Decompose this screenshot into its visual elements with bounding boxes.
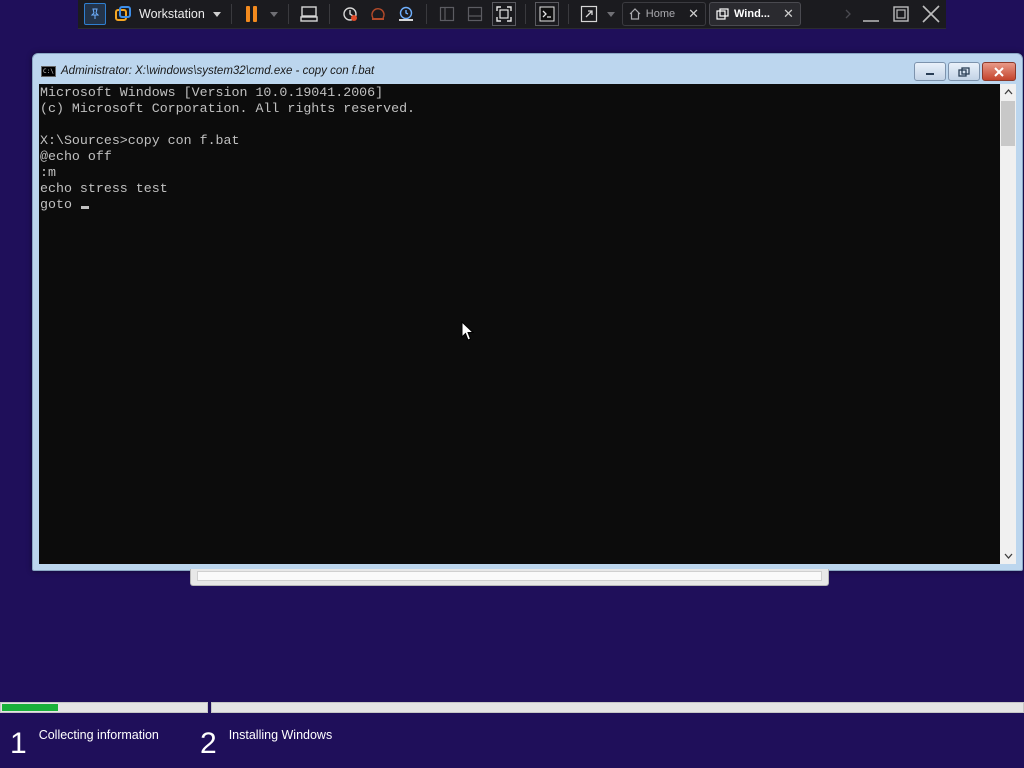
snapshot-icon[interactable] xyxy=(339,3,361,25)
vmware-toolbar: Workstation Home ✕ Wind... ✕ xyxy=(78,0,946,29)
power-dropdown-icon[interactable] xyxy=(269,11,278,17)
setup-step-1: 1 Collecting information xyxy=(10,727,159,761)
restore-icon xyxy=(958,66,970,77)
send-keys-icon[interactable] xyxy=(298,3,320,25)
tab-home[interactable]: Home ✕ xyxy=(621,2,707,26)
setup-step-2: 2 Installing Windows xyxy=(200,727,332,761)
toolbar-divider xyxy=(230,4,232,24)
minimize-icon[interactable] xyxy=(860,4,882,24)
console-current-input: goto xyxy=(40,197,80,212)
revert-snapshot-icon[interactable] xyxy=(367,3,389,25)
mouse-pointer-icon xyxy=(461,321,474,341)
unity-icon[interactable] xyxy=(578,3,600,25)
console-line: X:\Sources>copy con f.bat xyxy=(40,133,240,148)
pin-icon[interactable] xyxy=(84,3,106,25)
toolbar-divider xyxy=(567,4,569,24)
console-text: Microsoft Windows [Version 10.0.19041.20… xyxy=(39,84,1000,213)
tab-windows-vm-label: Wind... xyxy=(734,8,770,20)
console-line: (c) Microsoft Corporation. All rights re… xyxy=(40,101,416,116)
console-line: @echo off xyxy=(40,149,112,164)
thumbnail-bar-icon[interactable] xyxy=(464,3,486,25)
tab-home-label: Home xyxy=(645,8,676,20)
vertical-scrollbar[interactable] xyxy=(1000,84,1016,564)
pause-icon[interactable] xyxy=(241,3,263,25)
step-number: 2 xyxy=(200,727,217,760)
console-output[interactable]: Microsoft Windows [Version 10.0.19041.20… xyxy=(39,84,1000,564)
close-icon xyxy=(994,66,1004,77)
scroll-up-icon[interactable] xyxy=(1000,84,1016,100)
cmd-maximize-button[interactable] xyxy=(948,62,980,81)
maximize-icon[interactable] xyxy=(890,4,912,24)
view-dropdown-icon[interactable] xyxy=(606,11,615,17)
scroll-down-icon[interactable] xyxy=(1000,548,1016,564)
step-label: Collecting information xyxy=(38,728,159,742)
setup-progress-bar xyxy=(0,702,1024,713)
home-icon xyxy=(629,8,641,20)
tab-windows-vm[interactable]: Wind... ✕ xyxy=(709,2,801,26)
console-input-line[interactable]: goto xyxy=(40,197,1000,213)
workstation-logo-icon xyxy=(112,3,134,25)
toolbar-divider xyxy=(524,4,526,24)
cmd-close-button[interactable] xyxy=(982,62,1016,81)
progress-segment-collecting xyxy=(0,702,208,713)
console-view-icon[interactable] xyxy=(534,2,559,26)
cmd-window[interactable]: C:\ Administrator: X:\windows\system32\c… xyxy=(32,53,1023,571)
library-icon[interactable] xyxy=(436,3,458,25)
fullscreen-icon[interactable] xyxy=(491,2,516,26)
progress-segment-installing xyxy=(211,702,1024,713)
close-tab-icon[interactable]: ✕ xyxy=(783,6,794,22)
console-line: :m xyxy=(40,165,56,180)
close-icon[interactable] xyxy=(920,4,942,24)
scrollbar-thumb[interactable] xyxy=(1001,101,1015,146)
cmd-app-icon[interactable]: C:\ xyxy=(41,66,56,77)
cmd-titlebar[interactable]: C:\ Administrator: X:\windows\system32\c… xyxy=(33,54,1022,84)
text-cursor xyxy=(80,206,89,209)
product-dropdown-icon[interactable] xyxy=(212,11,221,17)
step-label: Installing Windows xyxy=(228,728,333,742)
vm-icon xyxy=(716,8,729,20)
console-line: Microsoft Windows [Version 10.0.19041.20… xyxy=(40,85,384,100)
product-menu-label[interactable]: Workstation xyxy=(139,7,205,21)
toolbar-divider xyxy=(287,4,289,24)
cmd-minimize-button[interactable] xyxy=(914,62,946,81)
close-tab-icon[interactable]: ✕ xyxy=(688,6,699,22)
minimize-icon xyxy=(926,72,934,75)
snapshot-manager-icon[interactable] xyxy=(395,3,417,25)
console-line: echo stress test xyxy=(40,181,168,196)
tab-scroll-right-icon[interactable] xyxy=(844,9,852,19)
toolbar-divider xyxy=(328,4,330,24)
step-number: 1 xyxy=(10,727,27,760)
toolbar-divider xyxy=(425,4,427,24)
progress-fill xyxy=(2,704,58,711)
cmd-window-title: Administrator: X:\windows\system32\cmd.e… xyxy=(61,65,375,77)
setup-dialog-edge xyxy=(190,569,829,586)
